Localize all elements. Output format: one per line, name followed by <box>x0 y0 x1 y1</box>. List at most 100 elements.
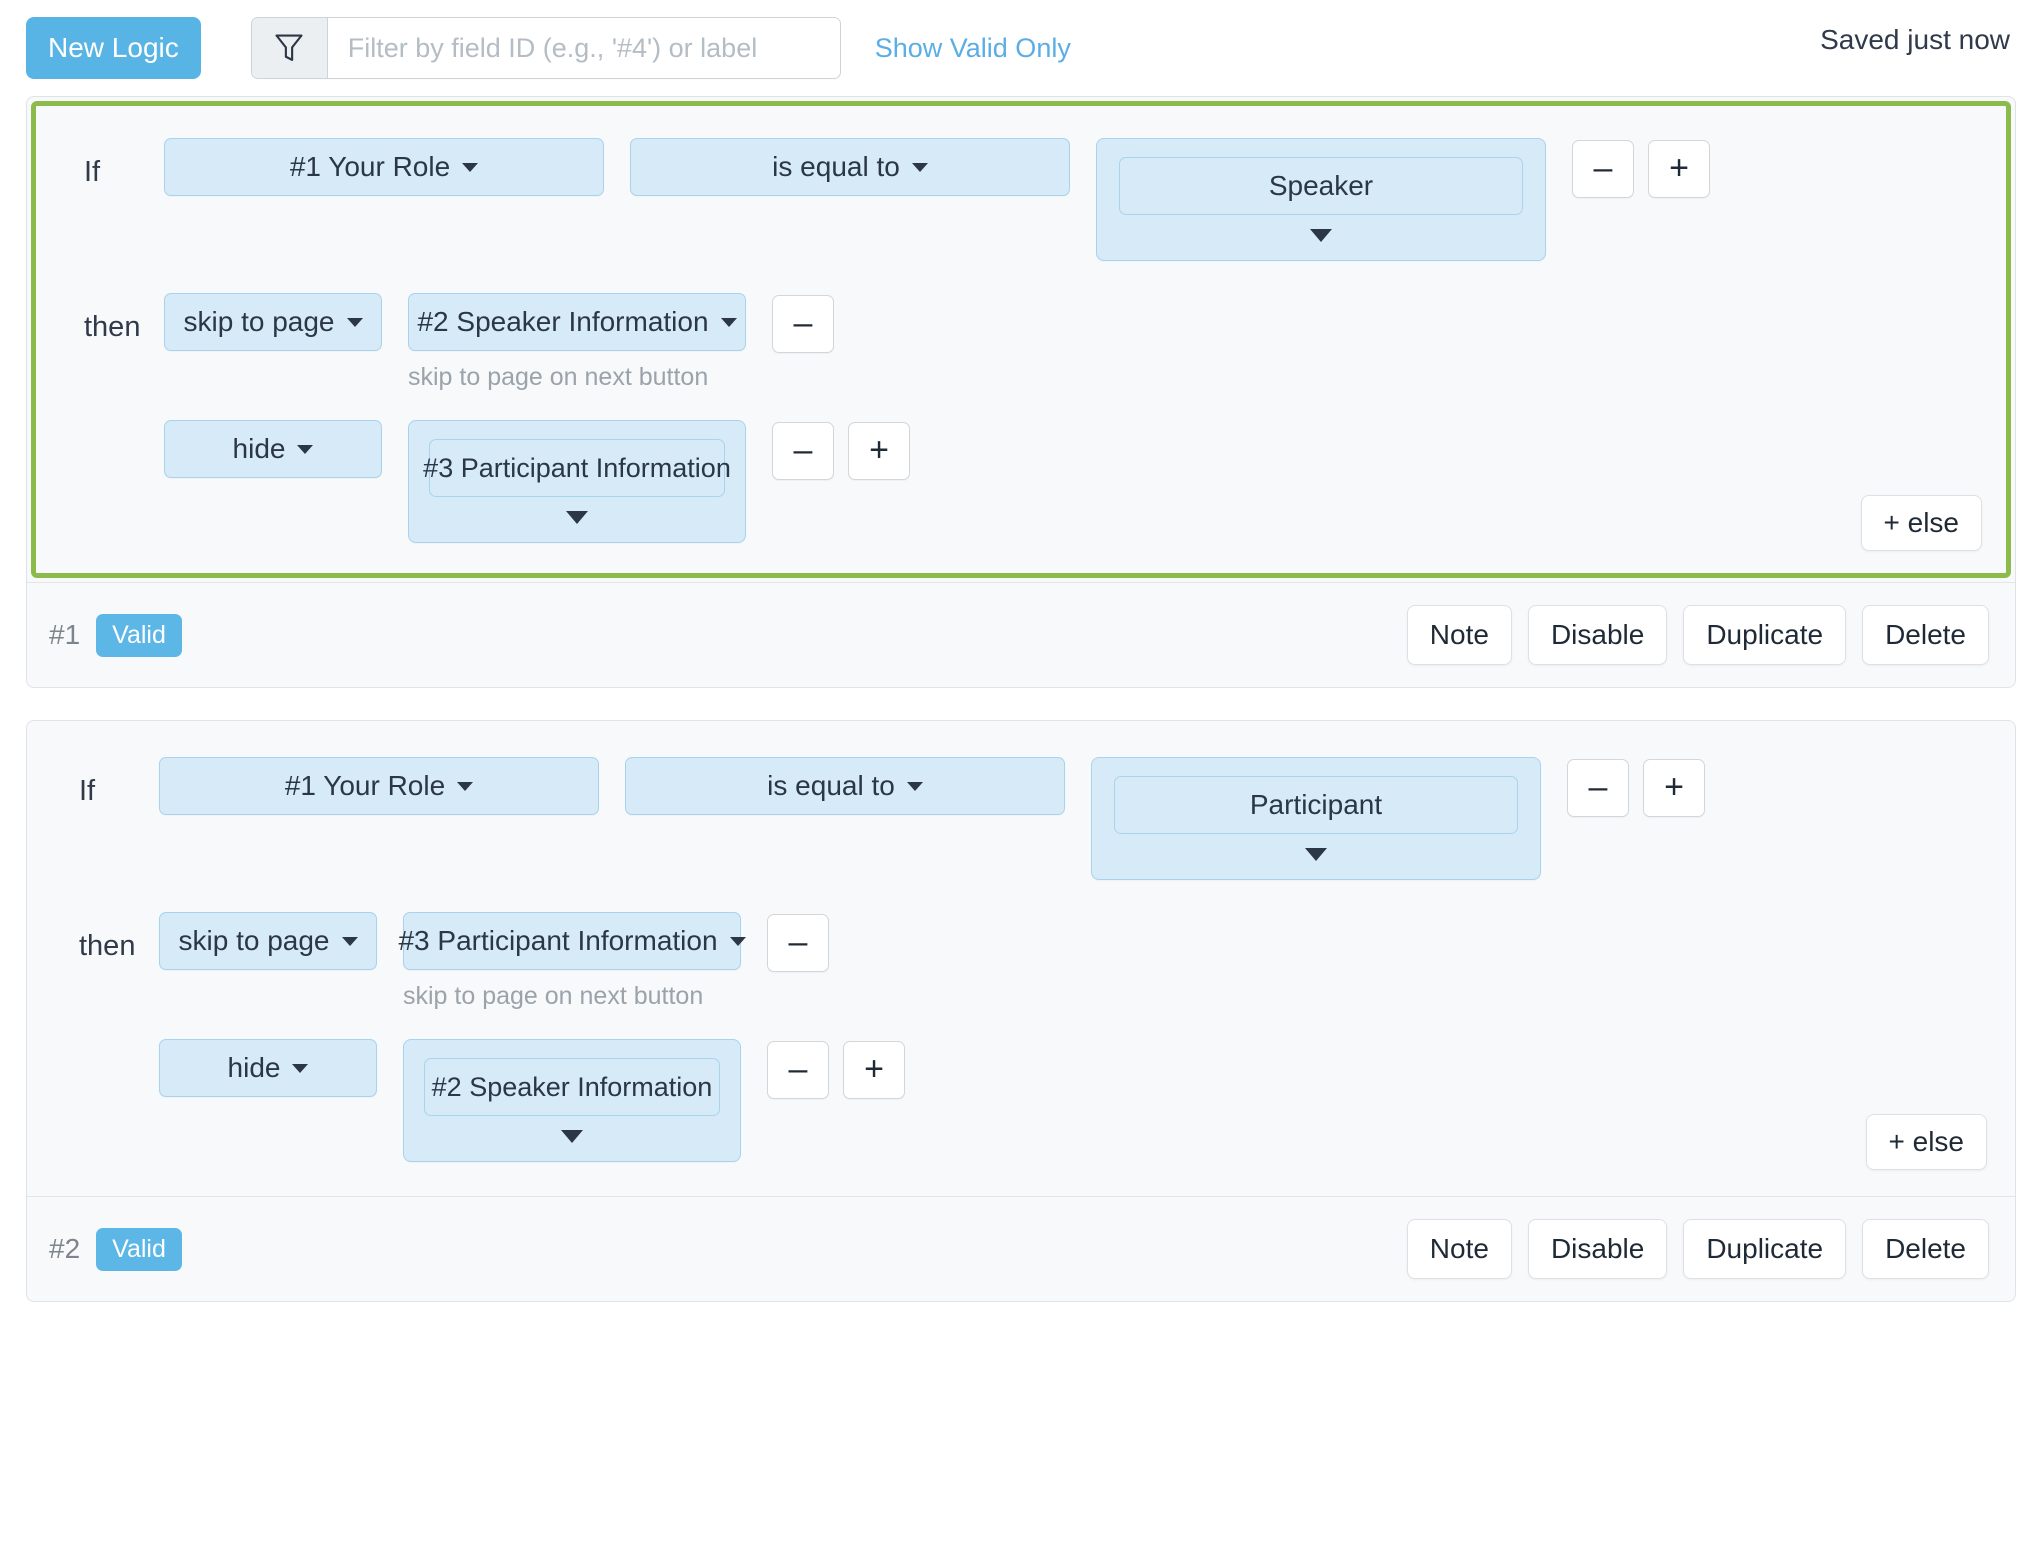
add-else-button[interactable]: + else <box>1861 495 1983 551</box>
action-row: skip to page #2 Speaker Information – <box>164 293 910 353</box>
action-type-select[interactable]: hide <box>164 420 382 478</box>
rule-index: #2 <box>49 1233 80 1265</box>
condition-field-label: #1 Your Role <box>290 151 450 183</box>
action-target-select[interactable]: #3 Participant Information <box>403 912 741 970</box>
chevron-down-icon <box>462 163 478 172</box>
condition-field-select[interactable]: #1 Your Role <box>164 138 604 196</box>
action-type-label: hide <box>233 433 286 465</box>
condition-value-select[interactable]: Participant <box>1091 757 1541 880</box>
condition-field-label: #1 Your Role <box>285 770 445 802</box>
rule-status: #1 Valid <box>49 614 182 657</box>
action-type-label: hide <box>228 1052 281 1084</box>
if-label: If <box>84 138 164 189</box>
condition-field-select[interactable]: #1 Your Role <box>159 757 599 815</box>
chevron-down-icon <box>566 511 588 524</box>
chevron-down-icon <box>1310 229 1332 242</box>
remove-condition-button[interactable]: – <box>1572 140 1634 198</box>
new-logic-button[interactable]: New Logic <box>26 17 201 79</box>
filter-input[interactable] <box>328 18 840 78</box>
action-stepper: – <box>767 912 829 972</box>
action-target-label: #2 Speaker Information <box>417 306 708 338</box>
rule-actions: Note Disable Duplicate Delete <box>1391 1219 1989 1279</box>
action-type-select[interactable]: skip to page <box>159 912 377 970</box>
action-type-label: skip to page <box>179 925 330 957</box>
action-group: skip to page #2 Speaker Information – <box>164 293 910 543</box>
status-badge: Valid <box>96 1228 182 1271</box>
disable-button[interactable]: Disable <box>1528 605 1667 665</box>
condition-stepper: – + <box>1567 757 1705 817</box>
chevron-down-icon <box>457 782 473 791</box>
remove-condition-button[interactable]: – <box>1567 759 1629 817</box>
filter-group <box>251 17 841 79</box>
action-stepper: – + <box>767 1039 905 1099</box>
rule-status: #2 Valid <box>49 1228 182 1271</box>
show-valid-only-link[interactable]: Show Valid Only <box>875 33 1071 64</box>
action-stepper: – <box>772 293 834 353</box>
disable-button[interactable]: Disable <box>1528 1219 1667 1279</box>
action-type-label: skip to page <box>184 306 335 338</box>
action-row: skip to page #3 Participant Information … <box>159 912 905 972</box>
action-target-chip: #3 Participant Information <box>429 439 725 497</box>
note-button[interactable]: Note <box>1407 1219 1512 1279</box>
action-row: hide #2 Speaker Information – + <box>159 1039 905 1162</box>
action-stepper: – + <box>772 420 910 480</box>
chevron-down-icon <box>342 937 358 946</box>
action-target-select[interactable]: #2 Speaker Information <box>408 293 746 351</box>
rule-body: If #1 Your Role is equal to Participant <box>31 725 2011 1192</box>
condition-stepper: – + <box>1572 138 1710 198</box>
chevron-down-icon <box>907 782 923 791</box>
chevron-down-icon <box>730 937 746 946</box>
chevron-down-icon <box>561 1130 583 1143</box>
chevron-down-icon <box>297 445 313 454</box>
remove-action-button[interactable]: – <box>772 422 834 480</box>
action-target-multiselect[interactable]: #3 Participant Information <box>408 420 746 543</box>
remove-action-button[interactable]: – <box>772 295 834 353</box>
add-action-button[interactable]: + <box>843 1041 905 1099</box>
condition-value-select[interactable]: Speaker <box>1096 138 1546 261</box>
chevron-down-icon <box>292 1064 308 1073</box>
remove-action-button[interactable]: – <box>767 914 829 972</box>
rule-card: If #1 Your Role is equal to Participant <box>26 720 2016 1302</box>
rule-footer: #1 Valid Note Disable Duplicate Delete <box>27 582 2015 687</box>
rule-index: #1 <box>49 619 80 651</box>
action-type-select[interactable]: hide <box>159 1039 377 1097</box>
saved-status: Saved just now <box>1820 24 2010 56</box>
rule-list: If #1 Your Role is equal to Speaker <box>0 96 2042 1334</box>
funnel-icon <box>252 18 328 78</box>
add-condition-button[interactable]: + <box>1648 140 1710 198</box>
rule-actions: Note Disable Duplicate Delete <box>1391 605 1989 665</box>
status-badge: Valid <box>96 614 182 657</box>
duplicate-button[interactable]: Duplicate <box>1683 1219 1846 1279</box>
remove-action-button[interactable]: – <box>767 1041 829 1099</box>
delete-button[interactable]: Delete <box>1862 605 1989 665</box>
rule-card: If #1 Your Role is equal to Speaker <box>26 96 2016 688</box>
chevron-down-icon <box>721 318 737 327</box>
delete-button[interactable]: Delete <box>1862 1219 1989 1279</box>
condition-operator-label: is equal to <box>767 770 895 802</box>
condition-row: If #1 Your Role is equal to Participant <box>31 725 2011 890</box>
action-row: hide #3 Participant Information – + <box>164 420 910 543</box>
action-hint: skip to page on next button <box>403 982 905 1011</box>
action-target-label: #3 Participant Information <box>398 925 717 957</box>
condition-value-chip: Speaker <box>1119 157 1523 215</box>
chevron-down-icon <box>1305 848 1327 861</box>
logic-editor-page: New Logic Show Valid Only Saved just now… <box>0 0 2042 1558</box>
if-label: If <box>79 757 159 808</box>
toolbar: New Logic Show Valid Only <box>0 0 2042 96</box>
add-condition-button[interactable]: + <box>1643 759 1705 817</box>
add-else-button[interactable]: + else <box>1866 1114 1988 1170</box>
condition-operator-select[interactable]: is equal to <box>625 757 1065 815</box>
rule-footer: #2 Valid Note Disable Duplicate Delete <box>27 1196 2015 1301</box>
duplicate-button[interactable]: Duplicate <box>1683 605 1846 665</box>
note-button[interactable]: Note <box>1407 605 1512 665</box>
then-label: then <box>84 293 164 344</box>
action-target-multiselect[interactable]: #2 Speaker Information <box>403 1039 741 1162</box>
rule-body: If #1 Your Role is equal to Speaker <box>31 101 2011 578</box>
add-action-button[interactable]: + <box>848 422 910 480</box>
action-target-chip: #2 Speaker Information <box>424 1058 720 1116</box>
action-type-select[interactable]: skip to page <box>164 293 382 351</box>
condition-operator-select[interactable]: is equal to <box>630 138 1070 196</box>
chevron-down-icon <box>347 318 363 327</box>
condition-row: If #1 Your Role is equal to Speaker <box>36 106 2006 271</box>
then-label: then <box>79 912 159 963</box>
